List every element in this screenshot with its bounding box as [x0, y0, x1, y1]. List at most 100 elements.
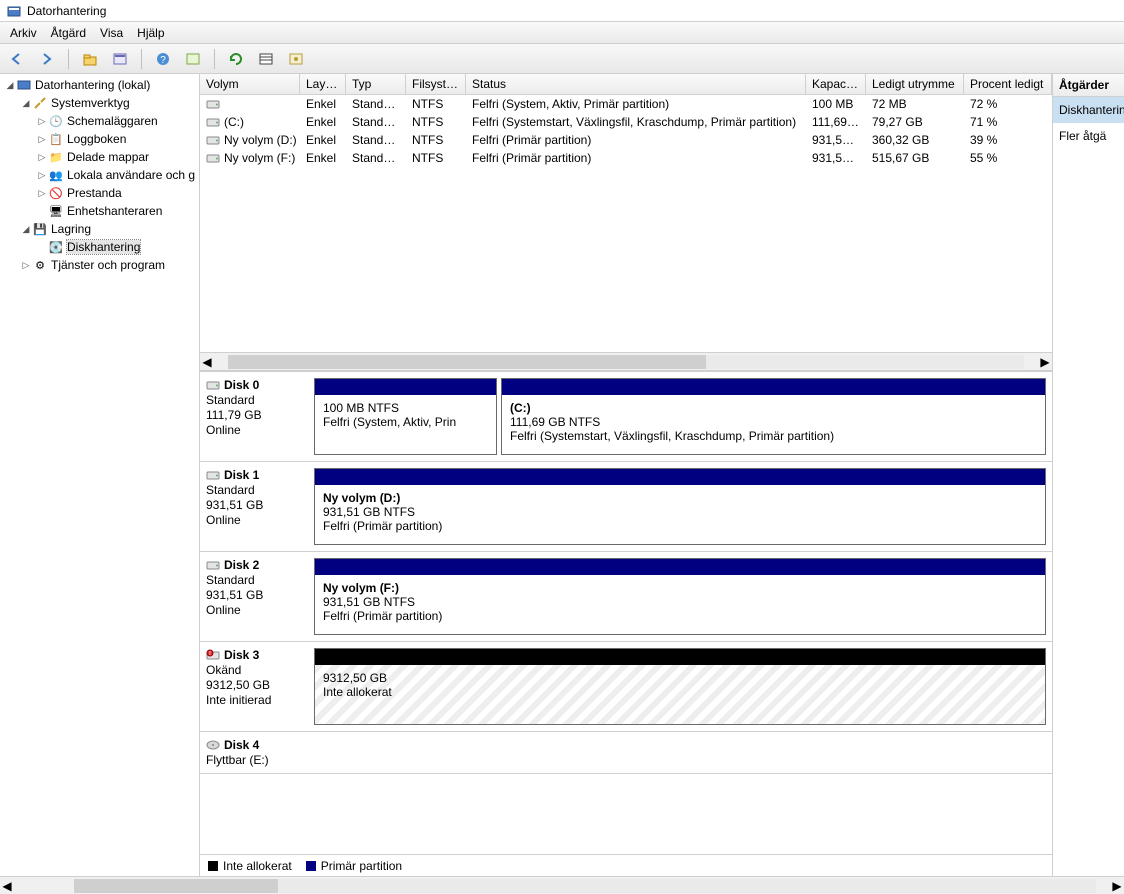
disk-name: Disk 0 [224, 378, 259, 392]
menu-arkiv[interactable]: Arkiv [10, 26, 37, 40]
volume-list-scrollbar[interactable]: ◀ ▶ [200, 352, 1052, 370]
disk-row[interactable]: Disk 1Standard931,51 GBOnlineNy volym (D… [200, 462, 1052, 552]
menu-bar: Arkiv Åtgärd Visa Hjälp [0, 22, 1124, 44]
tree-delade-mappar[interactable]: ▷📁Delade mappar [0, 148, 199, 166]
disk-name: Disk 2 [224, 558, 259, 572]
cell-ledigt: 360,32 GB [866, 132, 964, 148]
actions-item-fler[interactable]: Fler åtgä [1053, 123, 1124, 149]
disk-icon [206, 559, 220, 571]
partition-name: Ny volym (F:) [323, 581, 1037, 595]
window-title: Datorhantering [27, 4, 106, 18]
disk-row[interactable]: Disk 4Flyttbar (E:) [200, 732, 1052, 774]
disk-icon: 💽 [48, 239, 64, 255]
col-typ[interactable]: Typ [346, 74, 406, 94]
disk-name: Disk 4 [224, 738, 259, 752]
col-procent[interactable]: Procent ledigt [964, 74, 1052, 94]
tree-schemalaggaren[interactable]: ▷🕒Schemaläggaren [0, 112, 199, 130]
toolbar-sep2 [141, 49, 142, 69]
volume-name: (C:) [224, 115, 244, 129]
cell-status: Felfri (Primär partition) [466, 132, 806, 148]
perf-icon: 🚫 [48, 185, 64, 201]
action-icon[interactable] [182, 48, 204, 70]
disk-row[interactable]: Disk 0Standard111,79 GBOnline100 MB NTFS… [200, 372, 1052, 462]
cell-layout: Enkel [300, 150, 346, 166]
help-icon[interactable]: ? [152, 48, 174, 70]
menu-hjalp[interactable]: Hjälp [137, 26, 164, 40]
services-icon: ⚙ [32, 257, 48, 273]
col-filsystem[interactable]: Filsystem [406, 74, 466, 94]
tools-icon [32, 95, 48, 111]
volume-name: Ny volym (D:) [224, 133, 297, 147]
tree-tjanster[interactable]: ▷ ⚙ Tjänster och program [0, 256, 199, 274]
cell-procent: 71 % [964, 114, 1052, 130]
tree-lokala-anvandare[interactable]: ▷👥Lokala användare och g [0, 166, 199, 184]
tree-lagring[interactable]: ◢ 💾 Lagring [0, 220, 199, 238]
disk-info: Disk 4Flyttbar (E:) [200, 732, 312, 773]
partition[interactable]: 100 MB NTFSFelfri (System, Aktiv, Prin [314, 378, 497, 455]
tree-scrollbar[interactable]: ◀ ▶ [0, 876, 1124, 894]
center-panel: Volym Layout Typ Filsystem Status Kapaci… [200, 74, 1052, 876]
col-volym[interactable]: Volym [200, 74, 300, 94]
device-icon: 🖥 [48, 203, 64, 219]
up-icon[interactable] [79, 48, 101, 70]
cell-status: Felfri (Systemstart, Växlingsfil, Krasch… [466, 114, 806, 130]
folder-icon: 📁 [48, 149, 64, 165]
disk-partitions: 9312,50 GBInte allokerat [312, 642, 1052, 731]
volume-icon [206, 98, 220, 110]
partition-health: Inte allokerat [323, 685, 1037, 699]
legend: Inte allokerat Primär partition [200, 854, 1052, 876]
cell-layout: Enkel [300, 132, 346, 148]
volume-list-body[interactable]: EnkelStandardNTFSFelfri (System, Aktiv, … [200, 95, 1052, 352]
disk-status: Inte initierad [206, 693, 306, 707]
col-ledigt[interactable]: Ledigt utrymme [866, 74, 964, 94]
volume-list-header: Volym Layout Typ Filsystem Status Kapaci… [200, 74, 1052, 95]
volume-row[interactable]: Ny volym (D:)EnkelStandardNTFSFelfri (Pr… [200, 131, 1052, 149]
tree-panel[interactable]: ◢ Datorhantering (lokal) ◢ Systemverktyg… [0, 74, 200, 876]
actions-panel: Åtgärder Diskhanterin Fler åtgä [1052, 74, 1124, 876]
col-kapacitet[interactable]: Kapacitet [806, 74, 866, 94]
volume-row[interactable]: EnkelStandardNTFSFelfri (System, Aktiv, … [200, 95, 1052, 113]
disk-status: Online [206, 603, 306, 617]
list-icon[interactable] [255, 48, 277, 70]
partition-health: Felfri (Primär partition) [323, 609, 1037, 623]
volume-row[interactable]: Ny volym (F:)EnkelStandardNTFSFelfri (Pr… [200, 149, 1052, 167]
back-icon[interactable] [6, 48, 28, 70]
partition[interactable]: Ny volym (F:)931,51 GB NTFSFelfri (Primä… [314, 558, 1046, 635]
col-layout[interactable]: Layout [300, 74, 346, 94]
users-icon: 👥 [48, 167, 64, 183]
partition[interactable]: 9312,50 GBInte allokerat [314, 648, 1046, 725]
col-status[interactable]: Status [466, 74, 806, 94]
tree-prestanda[interactable]: ▷🚫Prestanda [0, 184, 199, 202]
volume-icon [206, 152, 220, 164]
cell-ledigt: 79,27 GB [866, 114, 964, 130]
cell-filsystem: NTFS [406, 150, 466, 166]
menu-visa[interactable]: Visa [100, 26, 123, 40]
disk-graphic-panel[interactable]: Disk 0Standard111,79 GBOnline100 MB NTFS… [200, 370, 1052, 854]
cell-ledigt: 72 MB [866, 96, 964, 112]
computer-icon [16, 77, 32, 93]
disk-row[interactable]: Disk 2Standard931,51 GBOnlineNy volym (F… [200, 552, 1052, 642]
volume-row[interactable]: (C:)EnkelStandardNTFSFelfri (Systemstart… [200, 113, 1052, 131]
tree-diskhantering[interactable]: 💽Diskhantering [0, 238, 199, 256]
tree-loggboken[interactable]: ▷📋Loggboken [0, 130, 199, 148]
cell-procent: 39 % [964, 132, 1052, 148]
disk-name: Disk 1 [224, 468, 259, 482]
partition[interactable]: (C:)111,69 GB NTFSFelfri (Systemstart, V… [501, 378, 1046, 455]
tree-enhetshanteraren[interactable]: 🖥Enhetshanteraren [0, 202, 199, 220]
properties-icon[interactable] [109, 48, 131, 70]
actions-item-diskhantering[interactable]: Diskhanterin [1053, 97, 1124, 123]
partition[interactable]: Ny volym (D:)931,51 GB NTFSFelfri (Primä… [314, 468, 1046, 545]
cell-kapacitet: 100 MB [806, 96, 866, 112]
disk-row[interactable]: !Disk 3Okänd9312,50 GBInte initierad9312… [200, 642, 1052, 732]
storage-icon: 💾 [32, 221, 48, 237]
tree-root[interactable]: ◢ Datorhantering (lokal) [0, 76, 199, 94]
forward-icon[interactable] [36, 48, 58, 70]
menu-atgard[interactable]: Åtgärd [51, 26, 86, 40]
settings-icon[interactable] [285, 48, 307, 70]
cell-kapacitet: 111,69 GB [806, 114, 866, 130]
refresh-icon[interactable] [225, 48, 247, 70]
disk-partitions: Ny volym (F:)931,51 GB NTFSFelfri (Primä… [312, 552, 1052, 641]
partition-detail: 931,51 GB NTFS [323, 595, 1037, 609]
tree-systemverktyg[interactable]: ◢ Systemverktyg [0, 94, 199, 112]
volume-name: Ny volym (F:) [224, 151, 295, 165]
